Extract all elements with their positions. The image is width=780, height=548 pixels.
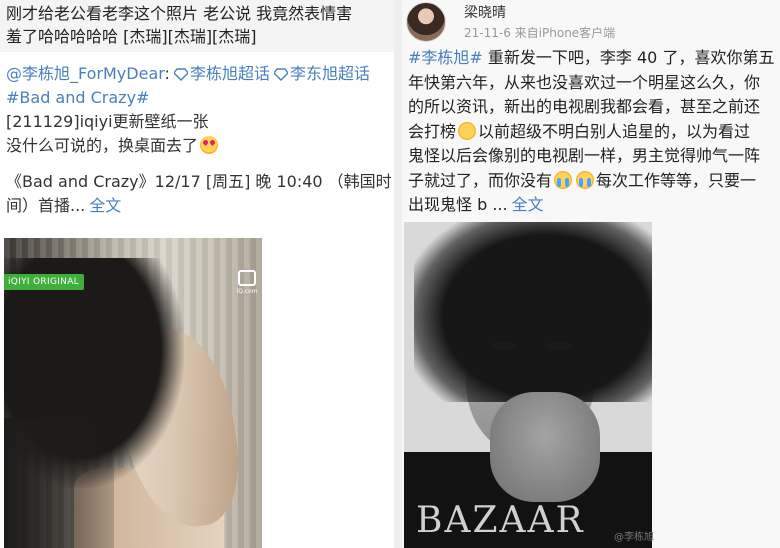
update-text: [211129]iqiyi更新壁纸一张: [6, 112, 209, 131]
super-topic-link[interactable]: 李栋旭超话: [190, 64, 270, 83]
post-text-line: 重新发一下吧，李李 40 了，喜欢你第五: [482, 48, 775, 67]
avatar[interactable]: [406, 2, 446, 42]
original-post-text: @李栋旭_ForMyDear: 李栋旭超话 李东旭超话 #Bad and Crazy…: [6, 62, 392, 218]
left-weibo-post: 刚才给老公看老李这个照片 老公说 我竟然表情害 羞了哈哈哈哈哈 [杰瑞][杰瑞]…: [0, 0, 394, 548]
full-text-link[interactable]: 全文: [89, 196, 121, 215]
hashtag-link[interactable]: #Bad and Crazy#: [6, 88, 149, 107]
iqiyi-logo-icon: iQ.com: [235, 270, 259, 300]
post-text: #李栋旭# 重新发一下吧，李李 40 了，喜欢你第五 年快第六年，从来也没喜欢过…: [408, 46, 778, 218]
crying-emoji-icon: [576, 170, 595, 189]
repost-comment-line: 刚才给老公看老李这个照片 老公说 我竟然表情害: [6, 4, 353, 23]
post-meta: 21-11-6 来自iPhone客户端: [464, 24, 615, 41]
panel-divider: [394, 0, 402, 548]
full-text-link[interactable]: 全文: [512, 195, 544, 214]
diamond-icon: [173, 68, 188, 81]
magazine-logo: BAZAAR: [416, 500, 585, 541]
mention-link[interactable]: @李栋旭_ForMyDear: [6, 64, 165, 83]
post-photo[interactable]: BAZAAR: [404, 222, 652, 548]
iqiyi-original-badge: iQIYI ORIGINAL: [4, 274, 84, 290]
post-text-line: 每次工作等等，只要一: [596, 170, 757, 190]
post-text-line: 年快第六年，从来也没喜欢过一个明星这么久，你: [408, 72, 761, 92]
super-topic-link[interactable]: 李东旭超话: [290, 64, 370, 83]
post-header: 梁晓晴 21-11-6 来自iPhone客户端: [402, 0, 780, 42]
timestamp: 21-11-6: [464, 26, 511, 40]
watermark: @李栋旭: [614, 532, 654, 543]
post-text-line: 出现鬼怪 b ...: [408, 195, 508, 214]
mention-colon: :: [164, 64, 170, 83]
post-source: 来自iPhone客户端: [514, 26, 616, 40]
schedule-text: 《Bad and Crazy》12/17 [周五] 晚 10:40 （韩国时: [6, 172, 392, 191]
right-weibo-post: 梁晓晴 21-11-6 来自iPhone客户端 #李栋旭# 重新发一下吧，李李 …: [402, 0, 780, 548]
diamond-icon: [273, 68, 288, 81]
smile-emoji-icon: [458, 121, 477, 140]
post-text-line: 会打榜: [408, 121, 457, 141]
hashtag-link[interactable]: #李栋旭#: [408, 48, 483, 67]
crying-emoji-icon: [554, 170, 573, 189]
repost-comment: 刚才给老公看老李这个照片 老公说 我竟然表情害 羞了哈哈哈哈哈 [杰瑞][杰瑞]…: [0, 0, 394, 52]
post-text-line: 子就过了，而你没有: [408, 170, 553, 190]
comment-text: 没什么可说的，换桌面去了: [6, 136, 199, 155]
repost-comment-line: 羞了哈哈哈哈哈 [杰瑞][杰瑞][杰瑞]: [6, 27, 257, 46]
post-text-line: 鬼怪以后会像别的电视剧一样，男主觉得帅气一阵: [408, 146, 761, 165]
username[interactable]: 梁晓晴: [464, 2, 506, 22]
kiss-emoji-icon: [200, 136, 219, 154]
post-text-line: 的所以资讯，新出的电视剧我都会看，甚至之前还: [408, 97, 761, 116]
post-text-line: 以前超级不明白别人追星的，以为看过: [478, 121, 751, 141]
schedule-text-cont: 间）首播...: [6, 196, 86, 215]
